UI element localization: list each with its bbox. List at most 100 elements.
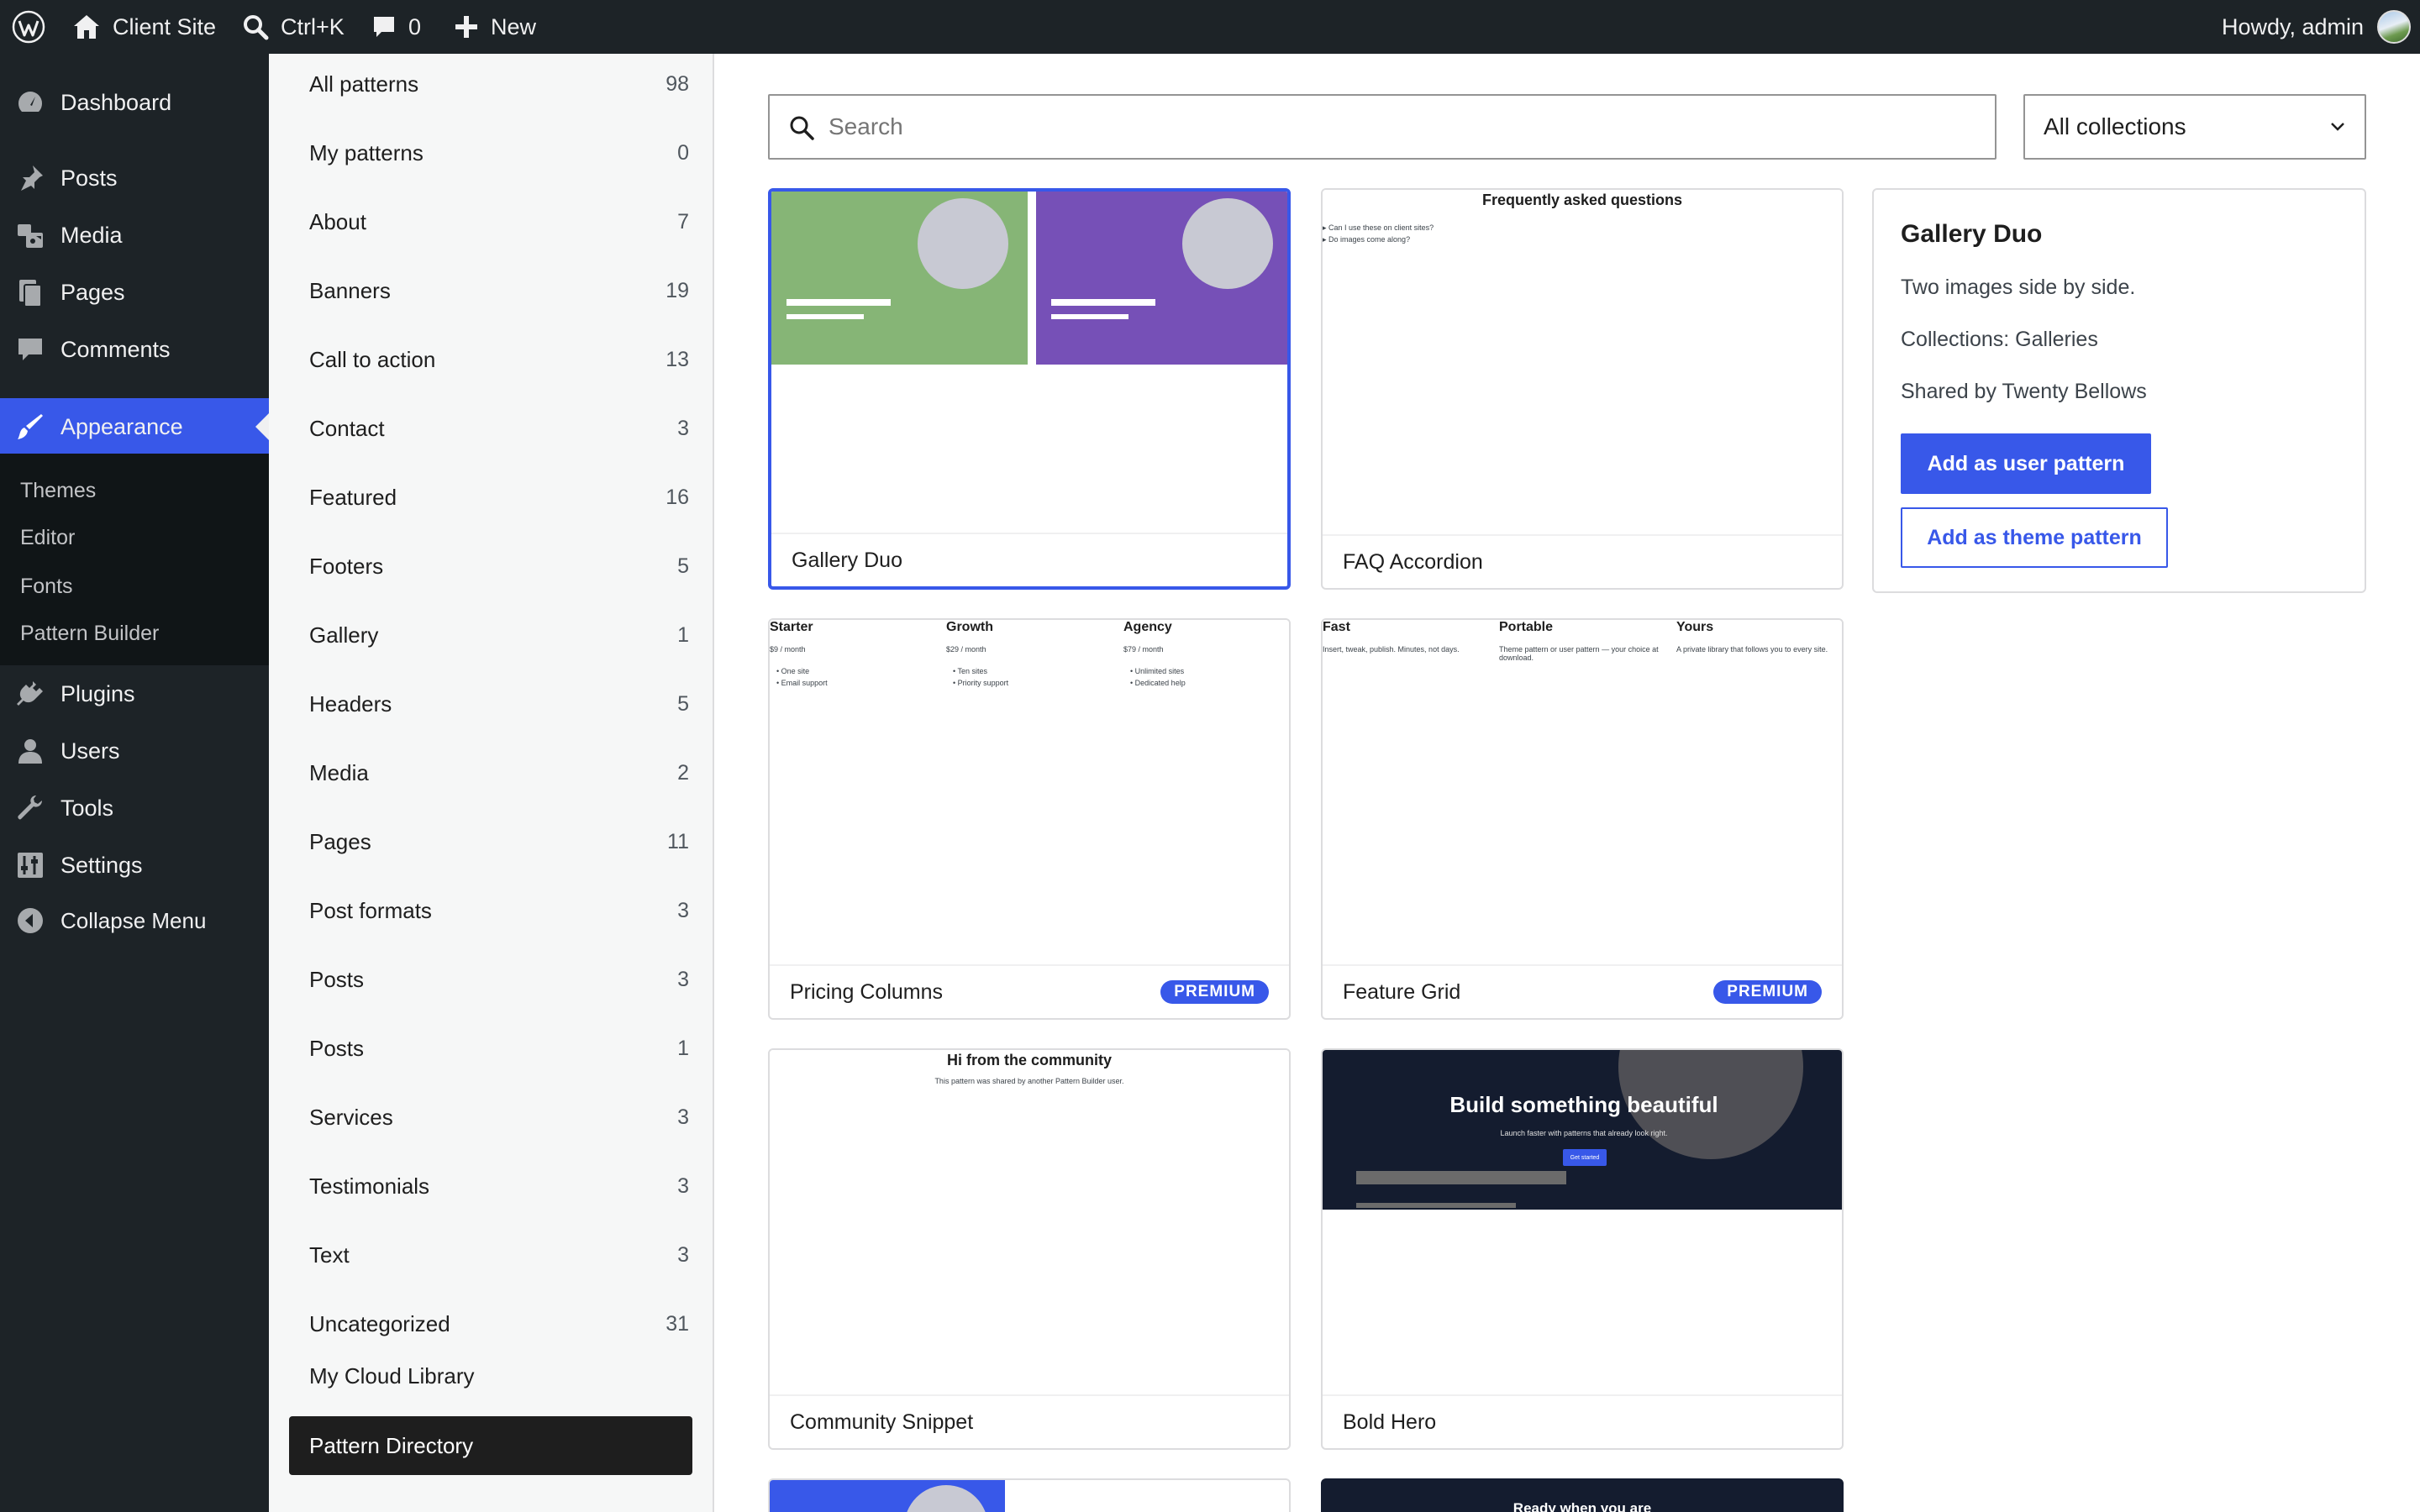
pattern-name: Feature Grid: [1343, 979, 1461, 1004]
comments-count: 0: [408, 13, 422, 39]
menu-plugins[interactable]: Plugins: [0, 667, 269, 721]
category-item[interactable]: Media 2: [309, 756, 689, 790]
pattern-card-footer: Gallery Duo: [771, 533, 1287, 586]
menu-media[interactable]: Media: [0, 208, 269, 262]
category-item[interactable]: All patterns 98: [309, 67, 689, 101]
pattern-card-gallery-duo[interactable]: Gallery Duo: [768, 188, 1291, 590]
category-item[interactable]: Post formats 3: [309, 894, 689, 927]
category-item[interactable]: Text 3: [309, 1238, 689, 1272]
hero-text: Launch faster with patterns that already…: [1500, 1129, 1668, 1137]
preview-title: Frequently asked questions: [1481, 192, 1683, 208]
menu-settings-label: Settings: [60, 852, 143, 878]
plan-feature: • One site: [776, 667, 810, 675]
placeholder-line: [786, 299, 891, 306]
comments-link[interactable]: 0: [371, 0, 421, 54]
category-item[interactable]: Services 3: [309, 1100, 689, 1134]
new-content-link[interactable]: New: [454, 0, 536, 54]
menu-dashboard-label: Dashboard: [60, 89, 172, 115]
submenu-editor[interactable]: Editor: [20, 526, 75, 550]
feature-name: Portable: [1499, 620, 1554, 634]
detail-collections: Collections: Galleries: [1901, 328, 2098, 351]
menu-dashboard[interactable]: Dashboard: [0, 76, 269, 129]
category-item[interactable]: Uncategorized 31: [309, 1307, 689, 1341]
detail-description: Two images side by side.: [1901, 276, 2136, 299]
category-count: 7: [677, 209, 689, 234]
premium-badge: PREMIUM: [1713, 980, 1822, 1004]
feature-name: Fast: [1323, 620, 1350, 634]
category-item[interactable]: Footers 5: [309, 549, 689, 583]
category-item[interactable]: Pages 11: [309, 825, 689, 858]
category-count: 2: [677, 760, 689, 785]
menu-users[interactable]: Users: [0, 724, 269, 778]
pushpin-icon: [15, 163, 45, 193]
category-item[interactable]: Gallery 1: [309, 618, 689, 652]
user-icon: [15, 736, 45, 766]
pattern-card-footer: Feature Grid PREMIUM: [1323, 964, 1842, 1018]
menu-pages[interactable]: Pages: [0, 265, 269, 319]
pattern-card-feature-grid[interactable]: Fast Insert, tweak, publish. Minutes, no…: [1321, 618, 1844, 1020]
category-item[interactable]: Headers 5: [309, 687, 689, 721]
comment-bubble-icon: [374, 17, 394, 37]
submenu-pattern-builder[interactable]: Pattern Builder: [20, 622, 159, 646]
category-item[interactable]: Banners 19: [309, 274, 689, 307]
category-label: Posts: [309, 1035, 365, 1061]
add-as-theme-pattern-button[interactable]: Add as theme pattern: [1901, 507, 2168, 568]
dashboard-icon: [15, 87, 45, 118]
pattern-card-footer: FAQ Accordion: [1323, 534, 1842, 588]
detail-shared-by: Shared by Twenty Bellows: [1901, 380, 2147, 403]
site-name: Client Site: [113, 13, 217, 39]
menu-tools[interactable]: Tools: [0, 781, 269, 835]
feature-text: Theme pattern or user pattern — your cho…: [1499, 645, 1659, 662]
site-name-link[interactable]: Client Site: [72, 0, 216, 54]
category-item[interactable]: My patterns 0: [309, 136, 689, 170]
placeholder-circle: [1182, 198, 1273, 289]
category-pattern-directory[interactable]: Pattern Directory: [289, 1416, 692, 1475]
preview-text: This pattern was shared by another Patte…: [934, 1077, 1124, 1085]
placeholder-line: [1051, 314, 1128, 319]
pattern-directory-main: All collections Gallery Duo Frequently a…: [714, 54, 2420, 1512]
menu-posts[interactable]: Posts: [0, 151, 269, 205]
category-item[interactable]: Posts 1: [309, 1032, 689, 1065]
pattern-card-pricing-columns[interactable]: Starter $9 / month • One site • Email su…: [768, 618, 1291, 1020]
plan-price: $29 / month: [946, 645, 986, 654]
preview-question: ▸ Do images come along?: [1323, 235, 1411, 244]
category-my-cloud-library[interactable]: My Cloud Library: [309, 1359, 689, 1393]
pages-icon: [15, 277, 45, 307]
category-item[interactable]: Contact 3: [309, 412, 689, 445]
category-item[interactable]: Posts 3: [309, 963, 689, 996]
menu-comments[interactable]: Comments: [0, 323, 269, 376]
submenu-themes[interactable]: Themes: [20, 479, 96, 503]
search-input[interactable]: [829, 104, 1980, 150]
menu-appearance[interactable]: Appearance: [0, 398, 269, 455]
command-palette-link[interactable]: Ctrl+K: [242, 0, 345, 54]
wordpress-logo-icon[interactable]: [12, 0, 45, 54]
feature-text: A private library that follows you to ev…: [1676, 645, 1828, 654]
menu-collapse[interactable]: Collapse Menu: [0, 894, 269, 948]
pattern-card-partial[interactable]: [768, 1478, 1291, 1512]
submenu-fonts[interactable]: Fonts: [20, 575, 73, 599]
menu-media-label: Media: [60, 222, 123, 248]
pattern-card-partial-cta[interactable]: Ready when you are: [1321, 1478, 1844, 1512]
pattern-card-faq-accordion[interactable]: Frequently asked questions ▸ Can I use t…: [1321, 188, 1844, 590]
pattern-card-bold-hero[interactable]: Build something beautiful Launch faster …: [1321, 1048, 1844, 1450]
category-item[interactable]: About 7: [309, 205, 689, 239]
category-item[interactable]: Featured 16: [309, 480, 689, 514]
category-label: Media: [309, 759, 369, 785]
category-item[interactable]: Call to action 13: [309, 343, 689, 376]
pattern-card-footer: Community Snippet: [770, 1394, 1289, 1448]
menu-settings[interactable]: Settings: [0, 838, 269, 892]
add-as-user-pattern-button[interactable]: Add as user pattern: [1901, 433, 2151, 494]
greeting: Howdy, admin: [2222, 13, 2365, 39]
pattern-card-footer: Pricing Columns PREMIUM: [770, 964, 1289, 1018]
my-account-link[interactable]: Howdy, admin: [2222, 0, 2412, 54]
category-label: All patterns: [309, 71, 419, 97]
collections-select[interactable]: All collections: [2023, 94, 2366, 160]
category-count: 31: [666, 1311, 689, 1336]
category-item[interactable]: Testimonials 3: [309, 1169, 689, 1203]
category-count: 3: [677, 416, 689, 440]
category-count: 3: [677, 1173, 689, 1198]
pattern-card-community-snippet[interactable]: Hi from the community This pattern was s…: [768, 1048, 1291, 1450]
plan-name: Growth: [946, 620, 993, 634]
admin-bar: Client Site Ctrl+K 0 New Howdy, admin: [0, 0, 2420, 54]
category-label: My Cloud Library: [309, 1362, 475, 1389]
